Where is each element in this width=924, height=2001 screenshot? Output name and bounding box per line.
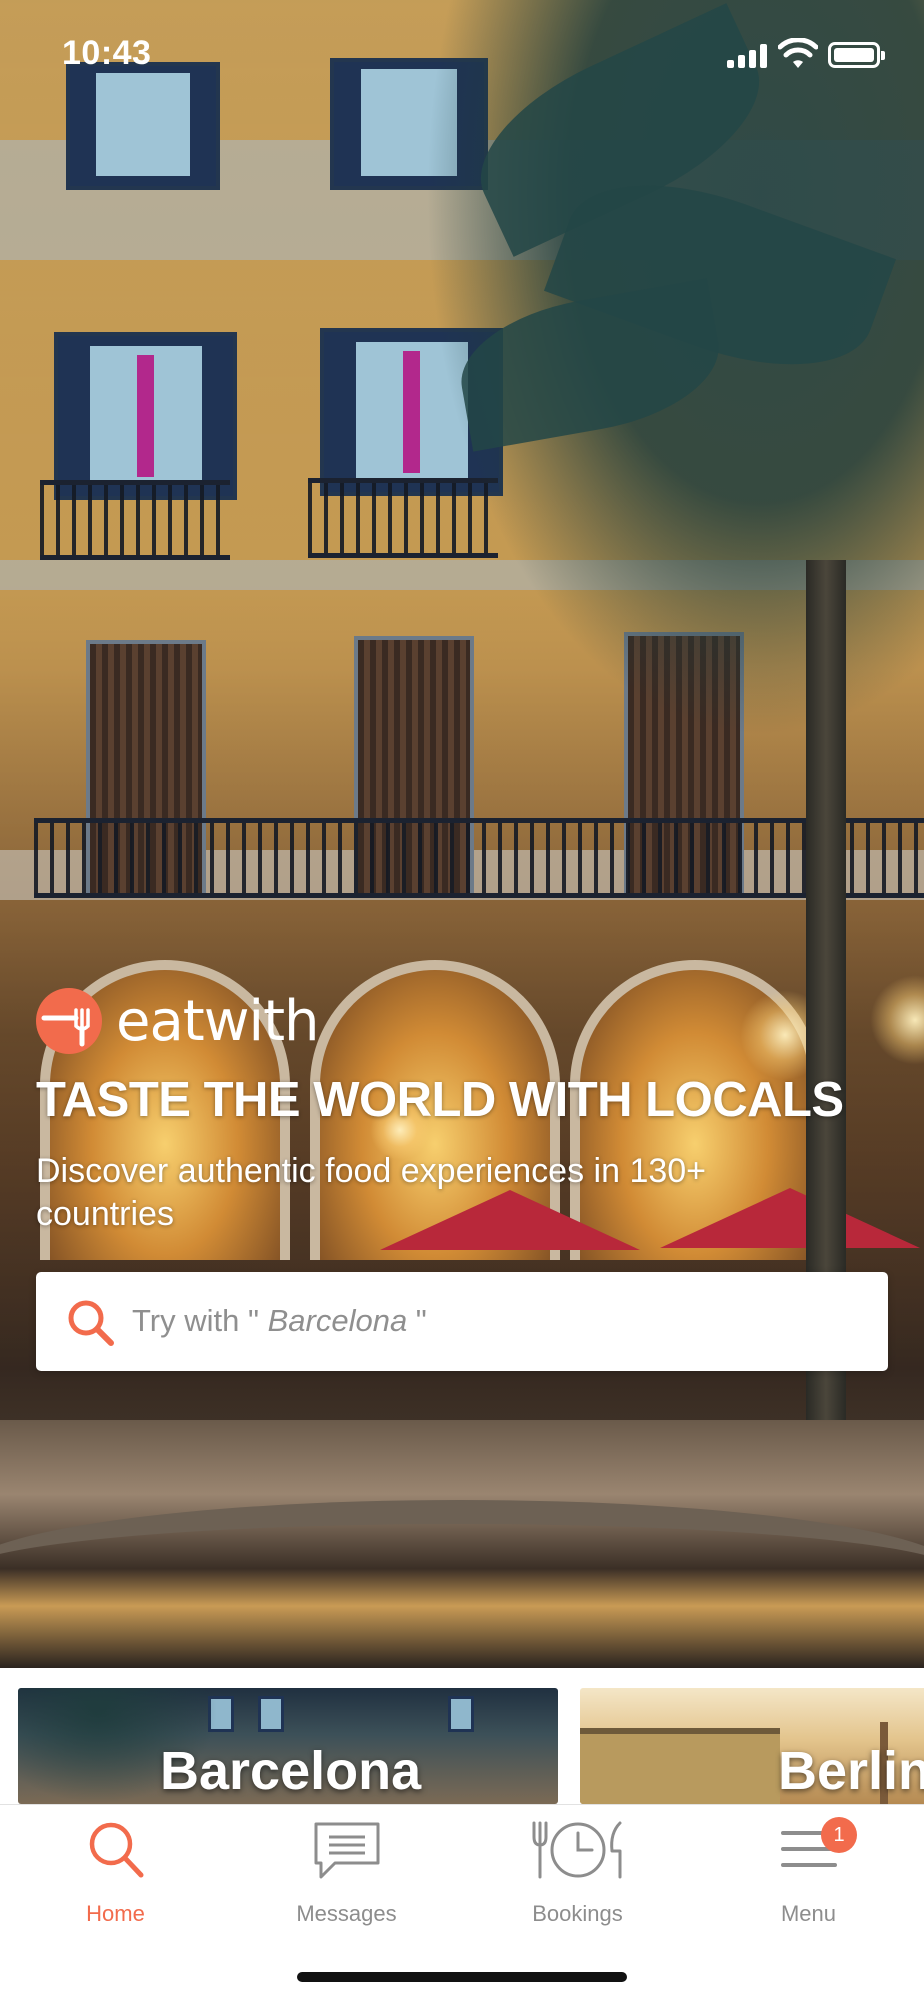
hero-subtitle: Discover authentic food experiences in 1… [36, 1152, 707, 1233]
cellular-signal-icon [727, 44, 769, 68]
long-balcony-railing [34, 818, 924, 898]
search-icon [89, 1822, 143, 1878]
tab-bookings[interactable]: Bookings [462, 1805, 693, 1955]
status-bar: 10:43 [0, 0, 924, 110]
city-name: Barcelona [160, 1741, 422, 1801]
city-name: Berlin [778, 1741, 924, 1801]
city-card-berlin[interactable]: Berlin [580, 1688, 924, 1804]
tab-label: Menu [780, 1901, 837, 1926]
search-placeholder: Try with " Barcelona " [132, 1303, 427, 1338]
status-time: 10:43 [62, 34, 152, 72]
hero-background-image [0, 0, 924, 1668]
tab-menu[interactable]: 1 Menu [693, 1805, 924, 1955]
notification-badge: 1 [821, 1817, 857, 1853]
brand-logo: eatwith [36, 988, 320, 1054]
city-card-barcelona[interactable]: Barcelona [18, 1688, 558, 1804]
search-example-city: Barcelona [267, 1303, 408, 1338]
wifi-icon [778, 38, 818, 68]
tab-home[interactable]: Home [0, 1805, 231, 1955]
balcony-railing [40, 480, 230, 560]
search-icon [68, 1300, 114, 1346]
fork-circle-icon [36, 988, 102, 1054]
fountain-rim [0, 1500, 924, 1668]
tab-label: Bookings [532, 1901, 623, 1926]
cutlery-clock-icon [532, 1821, 621, 1879]
message-icon [314, 1822, 379, 1879]
window [54, 332, 237, 500]
battery-icon [828, 42, 885, 68]
tab-label: Messages [296, 1901, 397, 1926]
search-input[interactable]: Try with " Barcelona " [36, 1272, 888, 1371]
hero-headline: TASTE THE WORLD WITH LOCALS [36, 1073, 844, 1127]
tab-label: Home [86, 1901, 145, 1926]
city-carousel[interactable]: Barcelona Berlin [0, 1668, 924, 1804]
brand-name: eatwith [116, 988, 320, 1054]
home-indicator[interactable] [297, 1972, 627, 1982]
tab-messages[interactable]: Messages [231, 1805, 462, 1955]
